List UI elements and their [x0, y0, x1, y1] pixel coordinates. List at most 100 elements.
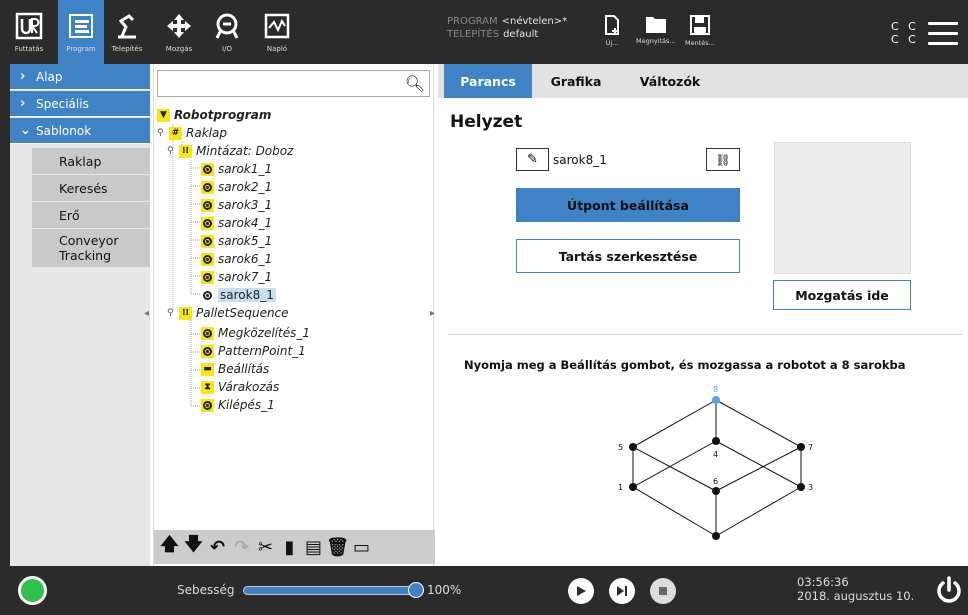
waypoint-icon	[201, 252, 214, 266]
divider	[448, 334, 963, 335]
paste-icon[interactable]: ▤	[303, 535, 324, 559]
move-down-icon[interactable]: 🡇	[183, 534, 204, 559]
bottom-bar: Sebesség 100% 03:56:36 2018. augusztus 1…	[0, 566, 968, 615]
corner-8-point	[712, 396, 720, 404]
waypoint-icon	[201, 180, 214, 194]
sidebar-subitem-raklap[interactable]: Raklap	[32, 148, 150, 175]
waypoint-icon	[201, 162, 214, 176]
sidebar-item-alap[interactable]: › Alap	[10, 64, 150, 90]
tree-node-waypoint-selected[interactable]: sarok8_1	[201, 286, 276, 304]
sidebar-subitem-conveyor-tracking[interactable]: Conveyor Tracking	[32, 229, 150, 268]
corner-5-label: 5	[618, 443, 623, 452]
move-here-button[interactable]: Mozgatás ide	[773, 280, 911, 310]
move-arrows-icon	[162, 8, 196, 44]
corner-3-label: 3	[808, 483, 813, 492]
link-variable-button[interactable]: ⛓	[706, 148, 740, 171]
waypoint-icon	[201, 326, 214, 340]
tree-node-wait[interactable]: ⧗ Várakozás	[201, 378, 279, 396]
redo-icon[interactable]: ↷	[231, 535, 252, 559]
tree-node-palletsequence[interactable]: ⚲ ⁞⁞ PalletSequence	[167, 304, 289, 322]
tab-grafika[interactable]: Grafika	[532, 64, 620, 98]
tree-node-waypoint[interactable]: sarok6_1	[201, 250, 272, 268]
stop-button[interactable]	[650, 578, 676, 604]
nav-installation-button[interactable]: Telepítés	[104, 0, 150, 64]
chevron-down-icon: ⌄	[20, 123, 31, 138]
power-icon[interactable]	[934, 575, 964, 605]
tab-bar: Parancs Grafika Változók	[438, 64, 968, 98]
sidebar-subitem-ero[interactable]: Erő	[32, 202, 150, 229]
tree-node-raklap[interactable]: ⚲ # Raklap	[157, 124, 227, 142]
robot-status-indicator[interactable]	[18, 576, 47, 605]
nav-program-button[interactable]: Program	[58, 0, 104, 64]
tab-valtozok[interactable]: Változók	[620, 64, 720, 98]
nav-io-button[interactable]: I/O	[204, 0, 250, 64]
speed-slider-handle[interactable]	[408, 582, 424, 598]
time: 03:56:36	[797, 575, 849, 589]
corner-2-point	[712, 532, 720, 540]
set-waypoint-button[interactable]: Útpont beállítása	[516, 188, 740, 222]
set-icon: ▬	[201, 362, 214, 376]
waypoint-name-row: ✎ sarok8_1	[516, 148, 607, 171]
tree-node-waypoint[interactable]: sarok3_1	[201, 196, 272, 214]
clock: 03:56:36 2018. augusztus 10.	[797, 575, 914, 603]
corner-5-point	[629, 443, 637, 451]
tree-node-set[interactable]: ▬ Beállítás	[201, 360, 269, 378]
robot-position-preview	[774, 142, 911, 274]
program-info: PROGRAM <névtelen>* TELEPÍTÉS default	[447, 15, 567, 41]
save-icon	[689, 15, 710, 35]
tab-parancs[interactable]: Parancs	[444, 64, 532, 98]
corner-6-point	[712, 487, 720, 495]
tree-node-waypoint[interactable]: sarok4_1	[201, 214, 272, 232]
copy-icon[interactable]: ▮	[279, 535, 300, 559]
tree-node-robotprogram[interactable]: ▼ Robotprogram	[157, 106, 271, 124]
waypoint-icon	[201, 344, 214, 358]
tree-node-waypoint[interactable]: sarok2_1	[201, 178, 272, 196]
edit-name-button[interactable]: ✎	[516, 148, 549, 171]
cut-icon[interactable]: ✂	[255, 535, 276, 559]
pin-icon: ⚲	[167, 308, 174, 318]
app-window: Futtatás Program Telepítés Mozgás I/O Na…	[0, 0, 968, 615]
nav-move-button[interactable]: Mozgás	[154, 0, 204, 64]
command-panel: Parancs Grafika Változók Helyzet ✎ sarok…	[438, 64, 968, 566]
play-button[interactable]	[568, 578, 594, 604]
sidebar-item-specialis[interactable]: › Speciális	[10, 91, 150, 117]
nav-run-button[interactable]: Futtatás	[0, 0, 58, 64]
link-icon: ⛓	[715, 152, 731, 167]
tree-node-waypoint[interactable]: sarok5_1	[201, 232, 272, 250]
collapse-tree-handle-icon[interactable]: ▸	[430, 308, 435, 319]
speed-slider[interactable]	[243, 586, 419, 595]
main-area: › Alap › Speciális ⌄ Sablonok Raklap Keresé…	[10, 64, 968, 566]
save-file-button[interactable]: Mentés...	[685, 14, 715, 47]
corner-1-label: 1	[618, 483, 623, 492]
program-label: PROGRAM	[447, 16, 498, 27]
page-title: Helyzet	[450, 112, 523, 132]
ur-logo-icon	[12, 8, 46, 44]
new-file-button[interactable]: Új...	[604, 14, 620, 47]
sidebar-subitem-kereses[interactable]: Keresés	[32, 175, 150, 202]
tree-node-waypoint[interactable]: sarok1_1	[201, 160, 272, 178]
corner-8-label: 8	[713, 385, 718, 394]
delete-icon[interactable]: 🗑	[326, 535, 349, 559]
step-button[interactable]	[609, 578, 635, 604]
tree-node-mintazat[interactable]: ⚲ ⁞⁞ Mintázat: Doboz	[167, 142, 293, 160]
tree-node-waypoint[interactable]: Kilépés_1	[201, 396, 275, 414]
tree-node-waypoint[interactable]: Megközelítés_1	[201, 324, 310, 342]
installation-name: default	[503, 29, 539, 40]
nav-log-button[interactable]: Napló	[253, 0, 301, 64]
hamburger-menu-icon[interactable]	[928, 22, 958, 52]
collapse-sidebar-handle-icon[interactable]: ◂	[144, 308, 149, 319]
tree-node-waypoint[interactable]: sarok7_1	[201, 268, 272, 286]
move-up-icon[interactable]: 🡅	[159, 534, 180, 559]
chevron-right-icon: ›	[20, 96, 26, 111]
corner-6-label: 6	[713, 477, 718, 486]
pattern-icon: ⁞⁞	[179, 306, 192, 320]
sidebar-item-sablonok[interactable]: ⌄ Sablonok	[10, 118, 150, 144]
edit-hold-button[interactable]: Tartás szerkesztése	[516, 239, 740, 273]
open-file-button[interactable]: Megnyitás...	[636, 14, 676, 45]
suppress-icon[interactable]: ▭	[351, 535, 372, 559]
undo-icon[interactable]: ↶	[207, 535, 228, 559]
pattern-icon: ⁞⁞	[179, 144, 192, 158]
tree-node-waypoint[interactable]: PatternPoint_1	[201, 342, 306, 360]
io-icon	[210, 8, 244, 44]
robot-arm-icon	[110, 8, 144, 44]
